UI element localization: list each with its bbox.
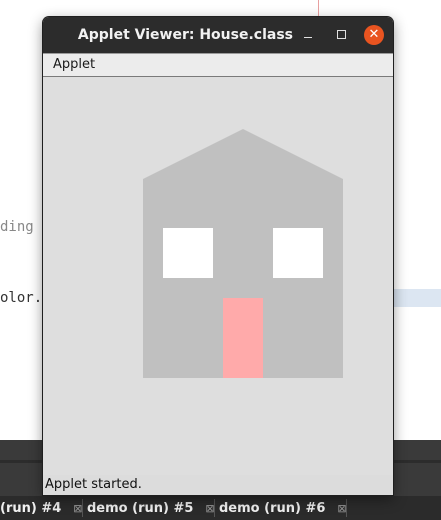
code-fragment: olor. [0,290,50,306]
tab-separator [82,499,83,517]
tab-label: demo (run) #5 [87,500,194,516]
current-line-highlight [392,289,441,307]
tab-separator [346,499,347,517]
house-drawing [143,129,343,378]
house-window-right [273,228,323,278]
output-tabs: (run) #4 ⊠ demo (run) #5 ⊠ demo (run) #6… [0,496,441,520]
close-icon[interactable]: ✕ [364,25,384,45]
maximize-icon[interactable] [333,27,349,43]
house-window-left [163,228,213,278]
applet-viewer-window: Applet Viewer: House.class ✕ Applet Appl… [43,17,393,495]
tab-demo-run-5[interactable]: demo (run) #5 ⊠ [87,496,215,520]
window-title: Applet Viewer: House.class [43,17,343,53]
code-fragment: ding [0,219,34,235]
tab-label: (run) #4 [0,500,62,516]
minimize-icon[interactable] [300,27,316,43]
tab-separator [214,499,215,517]
status-bar: Applet started. [43,475,393,495]
window-titlebar[interactable]: Applet Viewer: House.class ✕ [43,17,393,53]
status-text: Applet started. [45,477,142,492]
applet-canvas [43,77,393,475]
house-door [223,298,263,378]
tab-run-4[interactable]: (run) #4 ⊠ [0,496,83,520]
tab-label: demo (run) #6 [219,500,326,516]
code-fragment-text: olor. [0,290,43,306]
menu-bar: Applet [43,53,393,77]
menu-applet[interactable]: Applet [53,54,95,76]
tab-demo-run-6[interactable]: demo (run) #6 ⊠ [219,496,347,520]
